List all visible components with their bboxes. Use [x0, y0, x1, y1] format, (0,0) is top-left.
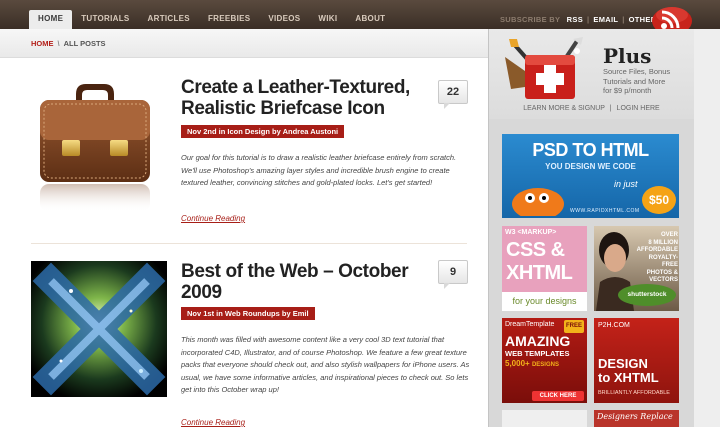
login-link[interactable]: LOGIN HERE	[617, 105, 660, 112]
price-badge: $50	[642, 186, 676, 214]
click-here-button[interactable]: CLICK HERE	[532, 391, 584, 401]
subscribe-rss-link[interactable]: RSS	[567, 15, 583, 24]
ad-psd-to-html[interactable]: PSD TO HTML YOU DESIGN WE CODE in just $…	[502, 134, 679, 218]
ad-p2h[interactable]: P2H.COM DESIGN to XHTML BRILLIANTLY AFFO…	[594, 318, 679, 403]
subscribe-links: SUBSCRIBE BY RSS | EMAIL | OTHER	[500, 15, 657, 24]
free-badge: FREE	[564, 320, 584, 333]
ad-designers-replace[interactable]: Designers Replace	[594, 410, 679, 427]
continue-reading-link[interactable]: Continue Reading	[181, 418, 245, 427]
plus-links: LEARN MORE & SIGNUP | LOGIN HERE	[489, 105, 694, 112]
ad-shutterstock[interactable]: OVER 8 MILLION AFFORDABLE ROYALTY-FREE P…	[594, 226, 679, 311]
learn-more-signup-link[interactable]: LEARN MORE & SIGNUP	[523, 105, 605, 112]
page-edge	[694, 29, 720, 427]
monster-illustration	[512, 188, 564, 216]
ad-css-xhtml[interactable]: W3 <MARKUP> CSS & XHTML for your designs	[502, 226, 587, 311]
post-excerpt: This month was filled with awesome conte…	[181, 335, 470, 394]
best-of-web-thumbnail[interactable]	[31, 261, 167, 397]
shutterstock-logo: shutterstock	[618, 284, 676, 306]
plus-membership-box: Plus Source Files, Bonus Tutorials and M…	[489, 29, 694, 119]
post-meta: Nov 1st in Web Roundups by Emil	[181, 307, 315, 320]
sidebar: Plus Source Files, Bonus Tutorials and M…	[488, 29, 694, 427]
post-item: Best of the Web – October 2009 9 Nov 1st…	[0, 0, 488, 427]
ad-dreamtemplate[interactable]: DreamTemplate FREE AMAZING WEB TEMPLATES…	[502, 318, 587, 403]
plus-toolbox-icon[interactable]	[503, 37, 593, 103]
plus-description: Source Files, Bonus Tutorials and More f…	[603, 67, 671, 95]
plus-links-separator: |	[609, 105, 612, 112]
plus-title: Plus	[603, 44, 652, 68]
post-title[interactable]: Best of the Web – October 2009	[181, 261, 409, 303]
shutterstock-offer: OVER 8 MILLION AFFORDABLE ROYALTY-FREE P…	[636, 232, 678, 283]
subscribe-label: SUBSCRIBE BY	[500, 15, 561, 24]
subscribe-email-link[interactable]: EMAIL	[593, 15, 618, 24]
comment-count-badge[interactable]: 9	[438, 260, 468, 289]
ad-placeholder[interactable]	[502, 410, 587, 427]
